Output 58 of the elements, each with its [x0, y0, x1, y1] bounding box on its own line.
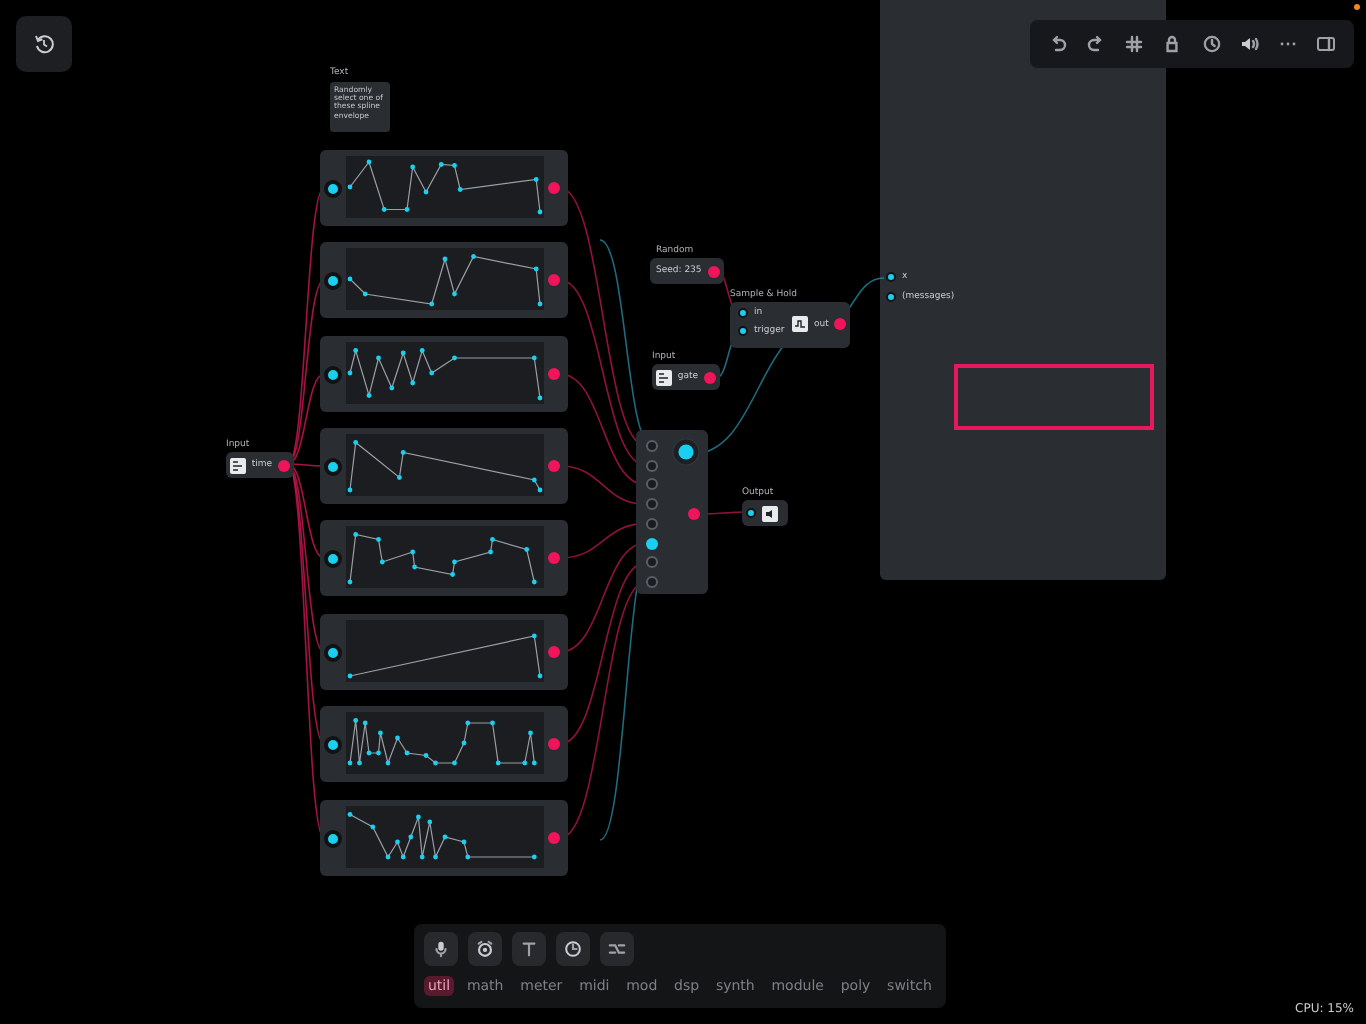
speaker-icon[interactable] — [1239, 34, 1260, 54]
output-port[interactable] — [548, 274, 560, 286]
input-port[interactable] — [746, 508, 756, 518]
input-port[interactable] — [324, 272, 342, 290]
envelope-graph[interactable] — [346, 712, 544, 774]
envelope-graph[interactable] — [346, 806, 544, 868]
clock-icon[interactable] — [1201, 34, 1222, 54]
envelope-node[interactable] — [320, 428, 568, 504]
output-port[interactable] — [548, 738, 560, 750]
output-port[interactable] — [707, 265, 720, 277]
lock-icon[interactable] — [1162, 34, 1183, 54]
envelope-node[interactable] — [320, 800, 568, 876]
history-button[interactable] — [16, 16, 72, 72]
grid-icon[interactable] — [1124, 34, 1145, 54]
envelope-graph[interactable] — [346, 434, 544, 496]
envelope-graph[interactable] — [346, 342, 544, 404]
history-icon — [34, 34, 54, 54]
envelope-node[interactable] — [320, 150, 568, 226]
envelope-node[interactable] — [320, 706, 568, 782]
alarm-icon[interactable] — [468, 932, 502, 966]
output-port[interactable] — [548, 552, 560, 564]
input-port[interactable] — [324, 550, 342, 568]
selector-knob[interactable] — [672, 438, 700, 466]
redo-icon[interactable] — [1085, 34, 1106, 54]
input-icon — [230, 457, 246, 473]
wave-icon — [792, 316, 808, 332]
envelope-graph[interactable] — [346, 620, 544, 682]
envelope-node[interactable] — [320, 614, 568, 690]
sample-hold-node[interactable] — [730, 302, 850, 348]
timer-icon[interactable] — [556, 932, 590, 966]
status-dot — [1354, 4, 1360, 10]
output-port[interactable] — [548, 460, 560, 472]
output-port[interactable] — [548, 182, 560, 194]
envelope-node[interactable] — [320, 520, 568, 596]
input-port[interactable] — [324, 736, 342, 754]
input-icon — [656, 369, 672, 385]
output-port[interactable] — [548, 368, 560, 380]
input-port[interactable] — [324, 644, 342, 662]
output-port[interactable] — [278, 459, 290, 471]
input-port[interactable] — [324, 366, 342, 384]
output-node[interactable] — [742, 500, 788, 526]
text-icon[interactable] — [512, 932, 546, 966]
undo-icon[interactable] — [1047, 34, 1068, 54]
input-port[interactable] — [324, 830, 342, 848]
envelope-graph[interactable] — [346, 156, 544, 218]
envelope-graph[interactable] — [346, 526, 544, 588]
envelope-graph[interactable] — [346, 248, 544, 310]
panel-icon[interactable] — [1316, 34, 1337, 54]
envelope-node[interactable] — [320, 336, 568, 412]
speaker-icon — [762, 505, 778, 521]
input-port[interactable] — [324, 180, 342, 198]
microphone-icon[interactable] — [424, 932, 458, 966]
output-port[interactable] — [548, 646, 560, 658]
output-port[interactable] — [704, 371, 716, 383]
input-port[interactable] — [324, 458, 342, 476]
switch-icon[interactable] — [600, 932, 634, 966]
envelope-node[interactable] — [320, 242, 568, 318]
output-port[interactable] — [548, 832, 560, 844]
